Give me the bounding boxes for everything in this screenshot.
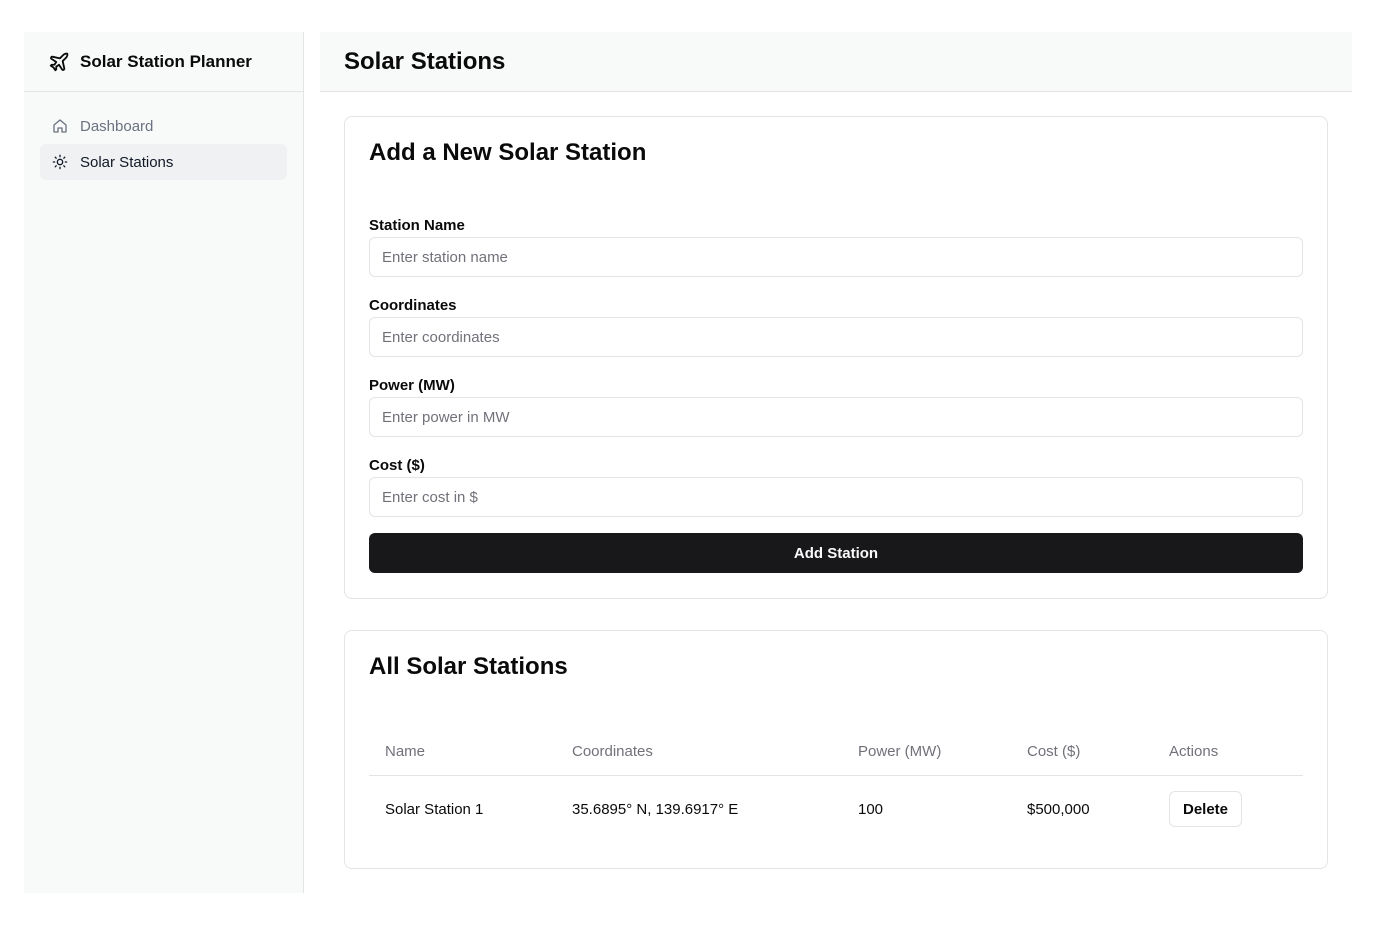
brand: Solar Station Planner <box>24 32 303 92</box>
power-group: Power (MW) <box>369 377 1303 437</box>
station-name-input[interactable] <box>369 237 1303 277</box>
station-name-label: Station Name <box>369 217 465 234</box>
column-header-cost: Cost ($) <box>1011 729 1153 776</box>
cost-group: Cost ($) <box>369 457 1303 517</box>
page-title: Solar Stations <box>344 47 506 75</box>
page-header: Solar Stations <box>320 32 1352 92</box>
coordinates-label: Coordinates <box>369 297 457 314</box>
column-header-name: Name <box>369 729 556 776</box>
sidebar-item-dashboard[interactable]: Dashboard <box>40 108 287 144</box>
sidebar-item-label: Dashboard <box>80 117 154 135</box>
main-content: Solar Stations Add a New Solar Station S… <box>320 32 1352 893</box>
power-label: Power (MW) <box>369 377 455 394</box>
cell-power: 100 <box>858 800 884 818</box>
sidebar-item-label: Solar Stations <box>80 153 174 171</box>
sidebar: Solar Station Planner Dashboard Solar St… <box>24 32 304 893</box>
column-header-actions: Actions <box>1153 729 1303 776</box>
plane-icon <box>48 51 70 73</box>
coordinates-input[interactable] <box>369 317 1303 357</box>
table-row: Solar Station 1 35.6895° N, 139.6917° E … <box>369 775 1303 843</box>
app-title: Solar Station Planner <box>80 51 252 71</box>
add-station-button[interactable]: Add Station <box>369 533 1303 573</box>
cell-coordinates: 35.6895° N, 139.6917° E <box>572 800 739 818</box>
sun-icon <box>52 154 68 170</box>
add-station-card: Add a New Solar Station Station Name Coo… <box>344 116 1328 599</box>
table-header-row: Name Coordinates Power (MW) Cost ($) Act… <box>369 729 1303 776</box>
delete-button[interactable]: Delete <box>1169 791 1243 828</box>
form-title: Add a New Solar Station <box>369 139 647 166</box>
sidebar-nav: Dashboard Solar Stations <box>24 92 303 196</box>
stations-table-card: All Solar Stations Name Coordinates Powe… <box>344 630 1328 869</box>
cell-actions: Delete <box>1153 775 1303 843</box>
cell-name: Solar Station 1 <box>385 800 484 818</box>
sidebar-item-solar-stations[interactable]: Solar Stations <box>40 144 287 180</box>
station-name-group: Station Name <box>369 217 1303 277</box>
home-icon <box>52 118 68 134</box>
cell-cost: $500,000 <box>1027 800 1090 818</box>
power-input[interactable] <box>369 397 1303 437</box>
table-title: All Solar Stations <box>369 653 568 680</box>
stations-table: Name Coordinates Power (MW) Cost ($) Act… <box>369 729 1303 843</box>
cost-input[interactable] <box>369 477 1303 517</box>
coordinates-group: Coordinates <box>369 297 1303 357</box>
column-header-coordinates: Coordinates <box>556 729 842 776</box>
app-shell: Solar Station Planner Dashboard Solar St… <box>24 32 1352 893</box>
cost-label: Cost ($) <box>369 457 425 474</box>
column-header-power: Power (MW) <box>842 729 1011 776</box>
